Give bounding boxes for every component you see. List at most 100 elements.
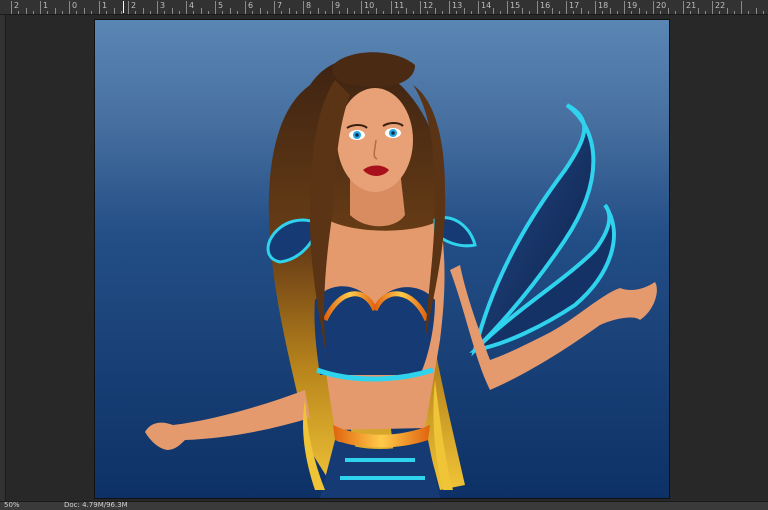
ruler-minor-tick xyxy=(201,8,202,14)
ruler-label: 3 xyxy=(160,1,166,10)
ruler-minor-tick xyxy=(260,8,261,14)
ruler-major-tick xyxy=(215,1,216,14)
ruler-major-tick xyxy=(157,1,158,14)
ruler-minor-tick xyxy=(544,11,545,14)
ruler-major-tick xyxy=(11,1,12,14)
document-size-info[interactable]: Doc: 4.79M/96.3M xyxy=(64,502,128,509)
ruler-minor-tick xyxy=(690,11,691,14)
ruler-minor-tick xyxy=(76,11,77,14)
ruler-major-tick xyxy=(303,1,304,14)
ruler-label: 8 xyxy=(306,1,312,10)
ruler-minor-tick xyxy=(172,8,173,14)
ruler-minor-tick xyxy=(106,11,107,14)
ruler-minor-tick xyxy=(18,11,19,14)
ruler-label: 9 xyxy=(335,1,341,10)
zoom-level[interactable]: 50% xyxy=(4,502,20,509)
ruler-major-tick xyxy=(332,1,333,14)
ruler-minor-tick xyxy=(91,11,92,14)
ruler-major-tick xyxy=(274,1,275,14)
ruler-minor-tick xyxy=(413,11,414,14)
ruler-minor-tick xyxy=(281,11,282,14)
ruler-label: 6 xyxy=(248,1,254,10)
ruler-minor-tick xyxy=(143,8,144,14)
ruler-minor-tick xyxy=(289,8,290,14)
ruler-label: 14 xyxy=(481,1,492,10)
ruler-major-tick xyxy=(361,1,362,14)
ruler-major-tick xyxy=(595,1,596,14)
ruler-minor-tick xyxy=(756,8,757,14)
ruler-minor-tick xyxy=(435,8,436,14)
ruler-minor-tick xyxy=(500,11,501,14)
ruler-minor-tick xyxy=(427,11,428,14)
artwork-fairy-illustration xyxy=(95,20,669,498)
ruler-minor-tick xyxy=(208,11,209,14)
ruler-cursor-marker xyxy=(123,1,124,13)
ruler-minor-tick xyxy=(559,11,560,14)
ruler-major-tick xyxy=(712,1,713,14)
ruler-minor-tick xyxy=(698,8,699,14)
ruler-label: 1 xyxy=(102,1,108,10)
ruler-major-tick xyxy=(69,1,70,14)
ruler-minor-tick xyxy=(552,8,553,14)
ruler-minor-tick xyxy=(602,11,603,14)
ruler-major-tick xyxy=(186,1,187,14)
ruler-major-tick xyxy=(40,1,41,14)
ruler-minor-tick xyxy=(485,11,486,14)
face xyxy=(337,88,413,192)
ruler-label: 19 xyxy=(627,1,638,10)
ruler-minor-tick xyxy=(237,11,238,14)
ruler-label: 11 xyxy=(394,1,405,10)
ruler-label: 15 xyxy=(510,1,521,10)
ruler-minor-tick xyxy=(639,8,640,14)
ruler-major-tick xyxy=(566,1,567,14)
ruler-major-tick xyxy=(653,1,654,14)
ruler-minor-tick xyxy=(631,11,632,14)
ruler-minor-tick xyxy=(252,11,253,14)
ruler-minor-tick xyxy=(675,11,676,14)
ruler-minor-tick xyxy=(383,11,384,14)
ruler-major-tick xyxy=(391,1,392,14)
ruler-minor-tick xyxy=(734,11,735,14)
ruler-minor-tick xyxy=(339,11,340,14)
ruler-major-tick xyxy=(420,1,421,14)
ruler-minor-tick xyxy=(55,8,56,14)
ruler-label: 2 xyxy=(131,1,137,10)
ruler-minor-tick xyxy=(581,8,582,14)
ruler-minor-tick xyxy=(464,8,465,14)
ruler-major-tick xyxy=(624,1,625,14)
ruler-minor-tick xyxy=(114,8,115,14)
ruler-label: 7 xyxy=(277,1,283,10)
ruler-minor-tick xyxy=(471,11,472,14)
ruler-minor-tick xyxy=(493,8,494,14)
ruler-minor-tick xyxy=(62,11,63,14)
ruler-minor-tick xyxy=(442,11,443,14)
ruler-major-tick xyxy=(478,1,479,14)
ruler-minor-tick xyxy=(193,11,194,14)
ruler-major-tick xyxy=(245,1,246,14)
ruler-label: 13 xyxy=(452,1,463,10)
document-canvas[interactable] xyxy=(95,20,669,498)
ruler-minor-tick xyxy=(135,11,136,14)
ruler-minor-tick xyxy=(310,11,311,14)
ruler-major-tick xyxy=(683,1,684,14)
ruler-minor-tick xyxy=(164,11,165,14)
ruler-major-tick xyxy=(128,1,129,14)
ruler-minor-tick xyxy=(705,11,706,14)
ruler-minor-tick xyxy=(47,11,48,14)
ruler-minor-tick xyxy=(368,11,369,14)
ruler-minor-tick xyxy=(668,8,669,14)
ruler-minor-tick xyxy=(748,11,749,14)
ruler-minor-tick xyxy=(84,8,85,14)
horizontal-ruler[interactable]: 2 1 0 1 2 3 4 5 6 7 8 9 10 11 12 13 14 15 16 17 18 19 20 21 22 xyxy=(0,0,768,15)
ruler-label: 17 xyxy=(569,1,580,10)
ruler-label: 22 xyxy=(715,1,726,10)
ruler-minor-tick xyxy=(347,8,348,14)
ruler-minor-tick xyxy=(318,8,319,14)
ruler-minor-tick xyxy=(230,8,231,14)
ruler-minor-tick xyxy=(529,11,530,14)
ruler-label: 2 xyxy=(14,1,20,10)
ruler-minor-tick xyxy=(646,11,647,14)
ruler-label: 12 xyxy=(423,1,434,10)
ruler-label: 21 xyxy=(686,1,697,10)
ruler-major-tick xyxy=(449,1,450,14)
